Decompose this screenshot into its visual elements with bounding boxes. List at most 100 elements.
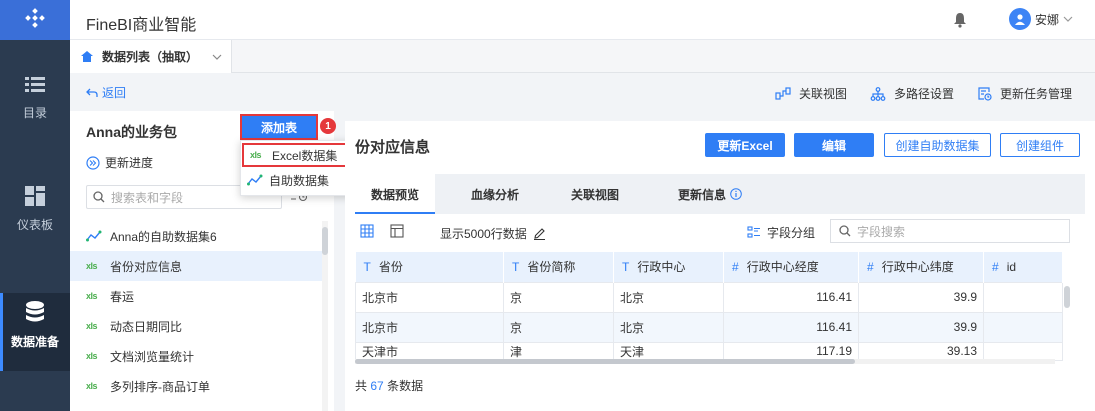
table-cell[interactable]: 津: [503, 341, 614, 361]
row-limit-setting[interactable]: 显示5000行数据: [440, 225, 546, 242]
table-cell[interactable]: [983, 281, 1063, 313]
multipath-button[interactable]: 多路径设置: [870, 85, 954, 102]
number-type-icon: #: [992, 259, 999, 274]
detail-view-icon[interactable]: [390, 224, 404, 241]
table-cell[interactable]: [983, 311, 1063, 343]
preview-toolbar: 显示5000行数据 字段分组 字段搜索: [355, 214, 1085, 250]
table-cell[interactable]: 39.13: [858, 341, 984, 361]
create-self-dataset-button[interactable]: 创建自助数据集: [884, 133, 991, 157]
add-table-button[interactable]: 添加表: [240, 114, 318, 140]
table-name: 文档浏览量统计: [110, 349, 195, 364]
table-cell[interactable]: 北京: [613, 281, 724, 313]
search-placeholder: 搜索表和字段: [111, 190, 184, 205]
column-header[interactable]: T 省份简称: [503, 252, 614, 282]
table-cell[interactable]: 京: [503, 311, 614, 343]
table-cell[interactable]: [983, 341, 1063, 361]
self-dataset-icon: [247, 174, 263, 186]
table-cell[interactable]: 北京市: [355, 311, 504, 343]
table-cell[interactable]: 116.41: [723, 311, 859, 343]
create-widget-button[interactable]: 创建组件: [1000, 133, 1080, 157]
table-cell[interactable]: 天津: [613, 341, 724, 361]
table-vertical-scrollbar[interactable]: [1063, 282, 1071, 357]
column-header[interactable]: # id: [983, 252, 1063, 282]
excel-icon: xls: [86, 291, 98, 301]
count-value: 67: [370, 379, 384, 393]
nav-item-data-prep[interactable]: 数据准备: [0, 293, 70, 371]
list-item[interactable]: xls 文档浏览量统计: [70, 341, 322, 371]
field-group-button[interactable]: 字段分组: [747, 224, 815, 241]
step-badge-1: 1: [320, 118, 336, 134]
list-item[interactable]: xls 省份对应信息: [70, 251, 322, 281]
column-name: 省份简称: [527, 260, 576, 275]
text-type-icon: T: [622, 260, 630, 275]
grid-view-icon[interactable]: [360, 224, 374, 241]
action-bar: 返回 关联视图 多路径设置 更新任务管理: [70, 73, 1095, 111]
multipath-icon: [870, 86, 886, 101]
list-scrollbar[interactable]: [322, 221, 328, 411]
menu-item-self-dataset[interactable]: 自助数据集: [241, 167, 361, 193]
menu-label: Excel数据集: [272, 148, 338, 163]
dashboard-icon: [25, 186, 45, 206]
menu-item-excel-dataset[interactable]: xls Excel数据集: [242, 143, 360, 167]
column-name: 省份: [378, 260, 403, 275]
tab-label: 数据列表（抽取）: [102, 50, 199, 64]
bell-icon[interactable]: [953, 12, 967, 31]
field-search-input[interactable]: 字段搜索: [830, 219, 1070, 243]
table-cell[interactable]: 天津市: [355, 341, 504, 361]
tab-update-info[interactable]: 更新信息: [665, 174, 755, 214]
table-cell[interactable]: 京: [503, 281, 614, 313]
tab-lineage[interactable]: 血缘分析: [455, 174, 535, 214]
tab-update-info-label: 更新信息: [677, 187, 726, 202]
table-cell[interactable]: 39.9: [858, 281, 984, 313]
excel-icon: xls: [86, 381, 98, 391]
column-header[interactable]: # 行政中心纬度: [858, 252, 984, 282]
table-horizontal-scrollbar[interactable]: [355, 359, 1055, 364]
nav-item-catalog[interactable]: 目录: [0, 76, 70, 136]
logo-icon: [25, 8, 45, 28]
update-progress-button[interactable]: 更新进度: [86, 154, 153, 171]
list-item[interactable]: xls 多列排序-商品订单: [70, 371, 322, 401]
forward-circle-icon: [86, 155, 100, 170]
list-item[interactable]: xls 春运: [70, 281, 322, 311]
back-arrow-icon: [86, 88, 98, 97]
left-nav: 目录 仪表板 数据准备: [0, 0, 70, 411]
update-excel-button[interactable]: 更新Excel: [705, 133, 785, 157]
column-name: 行政中心纬度: [881, 260, 954, 275]
column-header[interactable]: T 行政中心: [613, 252, 724, 282]
edit-button[interactable]: 编辑: [794, 133, 874, 157]
excel-icon: xls: [250, 150, 262, 160]
package-title: Anna的业务包: [86, 124, 177, 140]
table-name: Anna的自助数据集6: [110, 229, 217, 244]
nav-label-dashboard: 仪表板: [16, 218, 53, 232]
relation-icon: [775, 86, 791, 100]
number-type-icon: #: [867, 260, 874, 275]
column-header[interactable]: # 行政中心经度: [723, 252, 859, 282]
count-prefix: 共: [355, 379, 368, 393]
task-manage-button[interactable]: 更新任务管理: [978, 85, 1072, 102]
list-item[interactable]: Anna的自助数据集6: [70, 221, 322, 251]
table-cell[interactable]: 116.41: [723, 281, 859, 313]
table-cell[interactable]: 39.9: [858, 311, 984, 343]
back-button[interactable]: 返回: [86, 84, 126, 101]
table-cell[interactable]: 117.19: [723, 341, 859, 361]
table-list: Anna的自助数据集6 xls 省份对应信息 xls 春运 xls 动态日期同比…: [70, 221, 322, 401]
excel-icon: xls: [86, 351, 98, 361]
tab-relation-view[interactable]: 关联视图: [555, 174, 635, 214]
tab-data-preview[interactable]: 数据预览: [355, 174, 435, 214]
app-title: FineBI商业智能: [86, 17, 197, 34]
table-name: 动态日期同比: [110, 319, 183, 334]
tab-data-list[interactable]: 数据列表（抽取）: [70, 40, 232, 73]
update-progress-label: 更新进度: [105, 156, 154, 170]
app-logo[interactable]: [0, 0, 70, 40]
column-header[interactable]: T 省份: [355, 252, 504, 282]
nav-item-dashboard[interactable]: 仪表板: [0, 186, 70, 246]
relation-view-button[interactable]: 关联视图: [775, 85, 847, 102]
user-name: 安娜: [1034, 12, 1059, 27]
list-item[interactable]: xls 动态日期同比: [70, 311, 322, 341]
table-cell[interactable]: 北京: [613, 311, 724, 343]
relation-view-label: 关联视图: [799, 87, 848, 101]
table-cell[interactable]: 北京市: [355, 281, 504, 313]
column-name: id: [1006, 259, 1017, 274]
row-limit-label: 显示5000行数据: [440, 227, 527, 241]
user-menu[interactable]: 安娜: [1008, 8, 1073, 30]
